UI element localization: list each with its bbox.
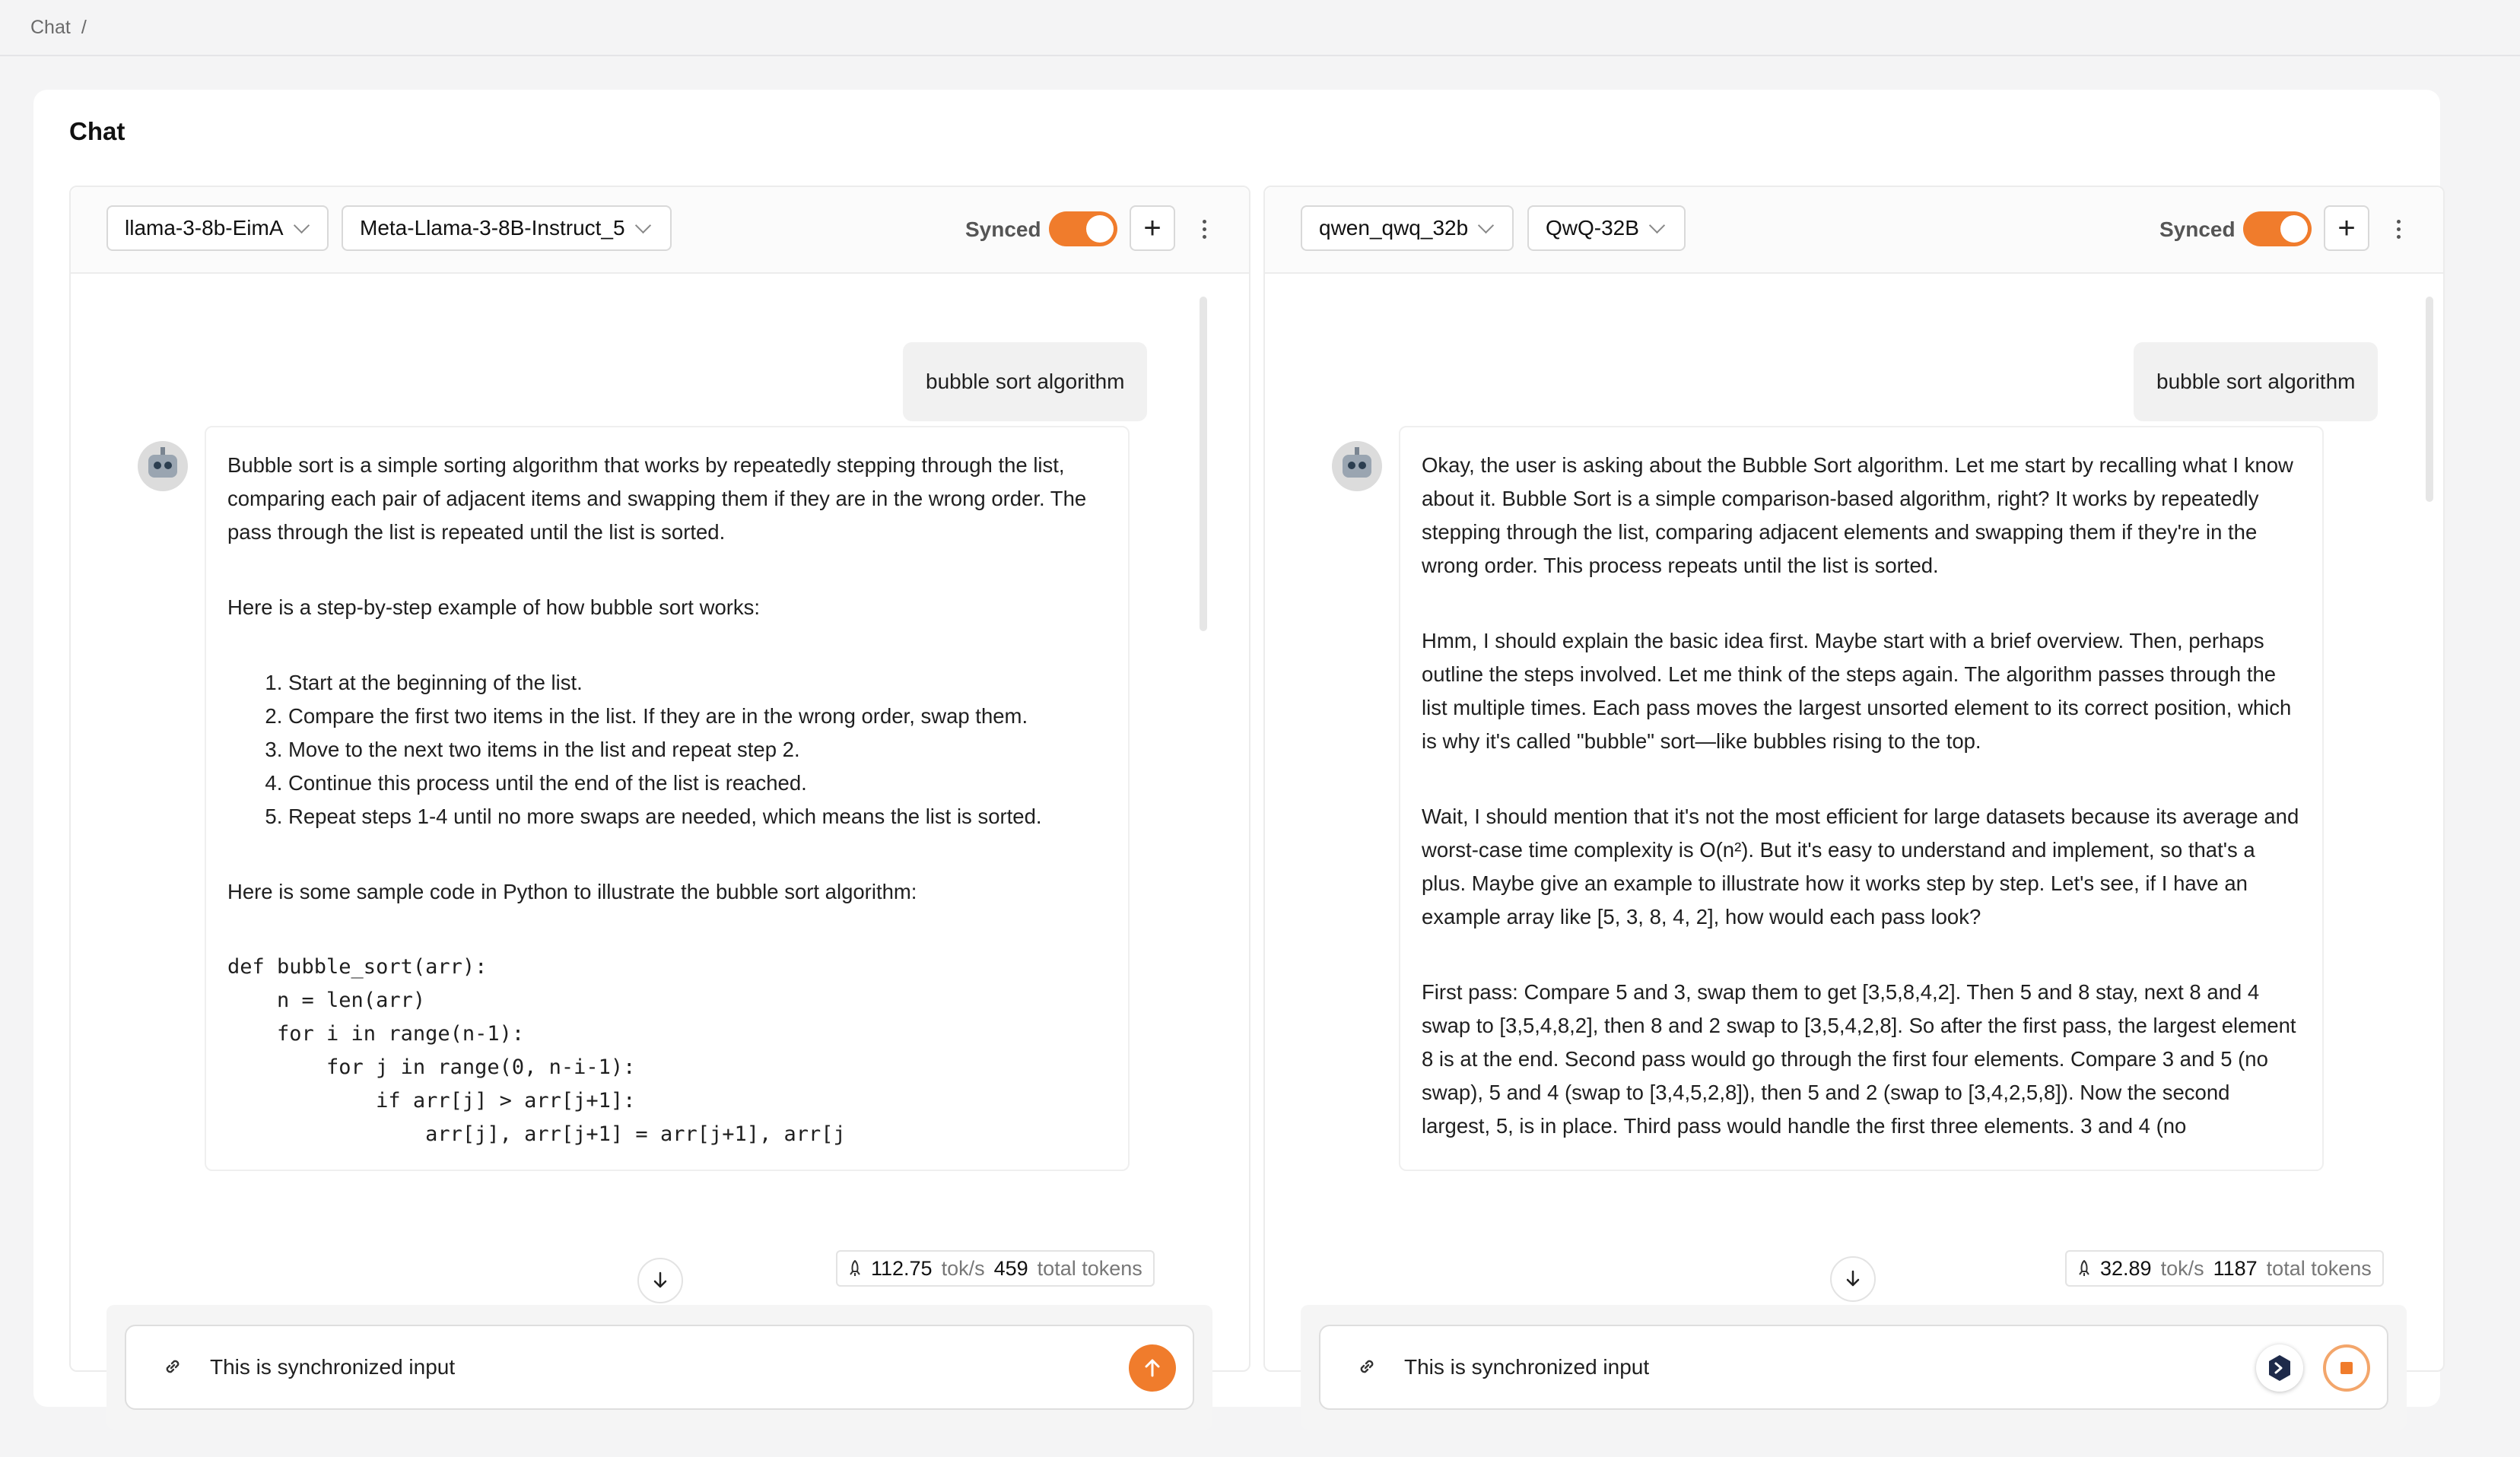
user-message: bubble sort algorithm bbox=[903, 342, 1148, 421]
extension-button[interactable] bbox=[2256, 1344, 2303, 1392]
token-stats: 112.75 tok/s 459 total tokens bbox=[836, 1250, 1155, 1287]
chat-panel-left: llama-3-8b-EimA Meta-Llama-3-8B-Instruct… bbox=[69, 186, 1250, 1430]
stop-button[interactable] bbox=[2323, 1344, 2370, 1392]
synced-toggle[interactable] bbox=[2243, 211, 2312, 246]
extension-icon bbox=[2269, 1355, 2290, 1381]
arrow-up-icon bbox=[1145, 1359, 1160, 1377]
steps-list: Start at the beginning of the list. Comp… bbox=[227, 666, 1107, 833]
arrow-down-icon bbox=[653, 1271, 667, 1288]
rocket-icon bbox=[850, 1260, 860, 1276]
provider-select[interactable]: qwen_qwq_32b bbox=[1301, 205, 1514, 251]
robot-avatar-icon bbox=[138, 441, 188, 491]
chevron-down-icon bbox=[634, 217, 651, 233]
message-input-value: This is synchronized input bbox=[210, 1355, 456, 1379]
synced-toggle[interactable] bbox=[1049, 211, 1117, 246]
token-unit: total tokens bbox=[2266, 1256, 2372, 1280]
scroll-down-button[interactable] bbox=[637, 1258, 683, 1303]
scrollbar[interactable] bbox=[2426, 297, 2433, 502]
list-item: Start at the beginning of the list. bbox=[288, 666, 1107, 700]
token-unit: total tokens bbox=[1037, 1256, 1142, 1280]
scroll-down-button[interactable] bbox=[1830, 1256, 1876, 1302]
provider-select-value: llama-3-8b-EimA bbox=[125, 216, 284, 240]
synced-label: Synced bbox=[2159, 217, 2236, 241]
page-title: Chat bbox=[69, 117, 126, 145]
provider-select-value: qwen_qwq_32b bbox=[1319, 216, 1469, 240]
chevron-down-icon bbox=[1478, 217, 1495, 233]
more-vertical-icon[interactable] bbox=[2391, 210, 2406, 248]
rocket-icon bbox=[2079, 1260, 2089, 1276]
arrow-down-icon bbox=[1846, 1270, 1860, 1287]
assistant-paragraph: Here is some sample code in Python to il… bbox=[227, 880, 917, 903]
assistant-message: Okay, the user is asking about the Bubbl… bbox=[1399, 426, 2324, 1171]
user-message-text: bubble sort algorithm bbox=[2156, 370, 2356, 393]
list-item: Move to the next two items in the list a… bbox=[288, 733, 1107, 767]
provider-select[interactable]: llama-3-8b-EimA bbox=[106, 205, 329, 251]
chevron-down-icon bbox=[1648, 217, 1666, 233]
chat-panel-right: qwen_qwq_32b QwQ-32B Synced + bubble sor… bbox=[1263, 186, 2445, 1430]
token-count: 459 bbox=[993, 1256, 1028, 1280]
link-icon[interactable] bbox=[161, 1355, 184, 1378]
plus-icon: + bbox=[2337, 211, 2356, 245]
toggle-knob bbox=[1086, 215, 1114, 243]
message-input-value: This is synchronized input bbox=[1404, 1355, 1650, 1379]
assistant-paragraph: Here is a step-by-step example of how bu… bbox=[227, 595, 761, 619]
panel-header: qwen_qwq_32b QwQ-32B Synced + bbox=[1265, 187, 2443, 274]
breadcrumb-separator: / bbox=[81, 16, 87, 38]
scrollbar[interactable] bbox=[1200, 297, 1207, 631]
speed-value: 32.89 bbox=[2100, 1256, 2152, 1280]
model-select[interactable]: QwQ-32B bbox=[1527, 205, 1686, 251]
synced-label: Synced bbox=[965, 217, 1041, 241]
code-block: def bubble_sort(arr): n = len(arr) for i… bbox=[227, 955, 846, 1146]
more-vertical-icon[interactable] bbox=[1196, 210, 1212, 248]
breadcrumb: Chat / bbox=[0, 0, 2520, 56]
robot-avatar-icon bbox=[1332, 441, 1382, 491]
assistant-paragraph: Wait, I should mention that it's not the… bbox=[1422, 805, 2299, 928]
message-list[interactable]: bubble sort algorithm Bubble sort is a s… bbox=[71, 274, 1249, 1319]
link-icon[interactable] bbox=[1355, 1355, 1378, 1378]
toggle-knob bbox=[2280, 215, 2308, 243]
assistant-message: Bubble sort is a simple sorting algorith… bbox=[205, 426, 1130, 1171]
speed-unit: tok/s bbox=[941, 1256, 985, 1280]
assistant-paragraph: First pass: Compare 5 and 3, swap them t… bbox=[1422, 980, 2296, 1138]
token-count: 1187 bbox=[2213, 1256, 2258, 1280]
send-button[interactable] bbox=[1129, 1344, 1176, 1392]
assistant-paragraph: Bubble sort is a simple sorting algorith… bbox=[227, 453, 1087, 544]
chat-card: Chat llama-3-8b-EimA Meta-Llama-3-8B-Ins… bbox=[33, 90, 2445, 1430]
token-stats: 32.89 tok/s 1187 total tokens bbox=[2065, 1250, 2384, 1287]
message-list[interactable]: bubble sort algorithm Okay, the user is … bbox=[1265, 274, 2443, 1319]
list-item: Compare the first two items in the list.… bbox=[288, 700, 1107, 733]
message-input[interactable]: This is synchronized input bbox=[125, 1325, 1194, 1410]
message-input[interactable]: This is synchronized input bbox=[1319, 1325, 2388, 1410]
model-select-value: Meta-Llama-3-8B-Instruct_5 bbox=[360, 216, 625, 240]
add-chat-button[interactable]: + bbox=[1130, 205, 1175, 251]
list-item: Repeat steps 1-4 until no more swaps are… bbox=[288, 800, 1107, 833]
model-select[interactable]: Meta-Llama-3-8B-Instruct_5 bbox=[342, 205, 672, 251]
stop-icon bbox=[2340, 1362, 2353, 1374]
list-item: Continue this process until the end of t… bbox=[288, 767, 1107, 800]
chevron-down-icon bbox=[293, 217, 310, 233]
input-area: This is synchronized input bbox=[1301, 1305, 2407, 1430]
model-select-value: QwQ-32B bbox=[1546, 216, 1639, 240]
speed-value: 112.75 bbox=[871, 1256, 933, 1280]
user-message: bubble sort algorithm bbox=[2134, 342, 2379, 421]
speed-unit: tok/s bbox=[2160, 1256, 2204, 1280]
input-area: This is synchronized input bbox=[106, 1305, 1212, 1430]
plus-icon: + bbox=[1143, 211, 1161, 245]
assistant-paragraph: Okay, the user is asking about the Bubbl… bbox=[1422, 453, 2293, 577]
user-message-text: bubble sort algorithm bbox=[926, 370, 1125, 393]
breadcrumb-item-chat[interactable]: Chat bbox=[30, 17, 71, 39]
add-chat-button[interactable]: + bbox=[2324, 205, 2369, 251]
assistant-paragraph: Hmm, I should explain the basic idea fir… bbox=[1422, 629, 2292, 753]
panel-header: llama-3-8b-EimA Meta-Llama-3-8B-Instruct… bbox=[71, 187, 1249, 274]
